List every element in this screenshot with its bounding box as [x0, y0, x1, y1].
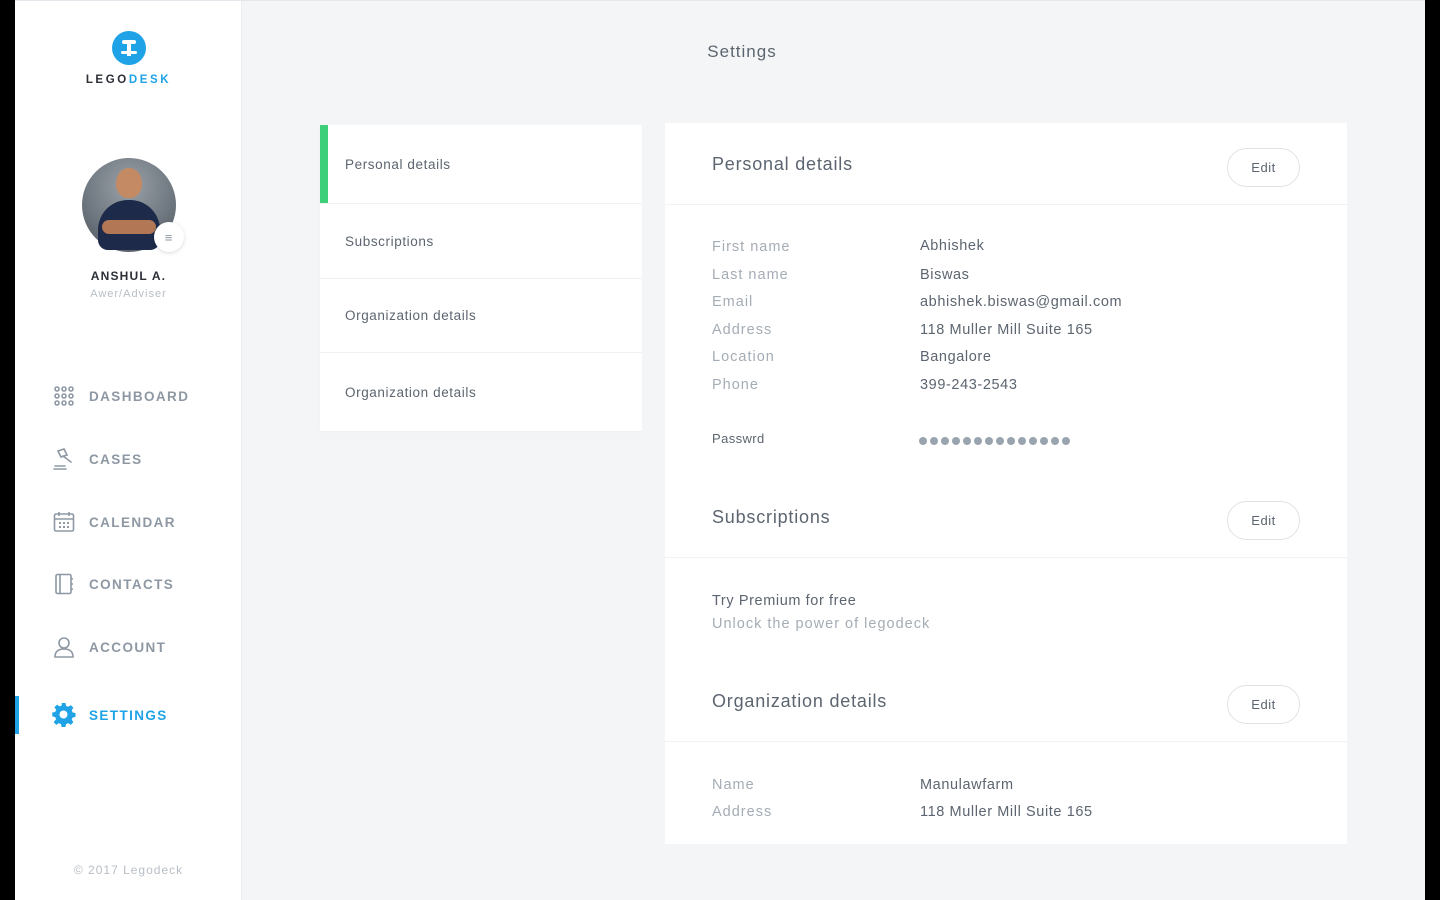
field-label: Address [712, 322, 773, 338]
user-profile: ≡ ANSHUL A. Awer/Adviser [15, 158, 242, 300]
tab-organization-details-2[interactable]: Organization details [320, 353, 642, 431]
edit-personal-button[interactable]: Edit [1227, 148, 1300, 187]
field-label: Location [712, 349, 775, 365]
nav-label: CASES [89, 451, 143, 467]
nav-item-account[interactable]: ACCOUNT [15, 627, 242, 667]
premium-promo-subtitle: Unlock the power of legodeck [712, 616, 931, 632]
edit-subscriptions-button[interactable]: Edit [1227, 501, 1300, 540]
personal-details-header: Personal details Edit [665, 123, 1347, 205]
nav-item-cases[interactable]: CASES [15, 439, 242, 479]
field-value: Bangalore [920, 349, 992, 365]
profile-role: Awer/Adviser [90, 288, 167, 300]
gear-icon [52, 703, 76, 727]
gavel-icon [52, 447, 76, 471]
organization-header: Organization details Edit [665, 660, 1347, 742]
tab-label: Personal details [345, 156, 451, 172]
section-title: Personal details [712, 154, 853, 174]
copyright: © 2017 Legodeck [73, 863, 184, 877]
tab-personal-details[interactable]: Personal details [320, 125, 642, 204]
tab-label: Organization details [345, 384, 477, 400]
tab-label: Subscriptions [345, 233, 434, 249]
nav-label: ACCOUNT [89, 639, 167, 655]
sidebar: LEGODESK ≡ ANSHUL A. Awer/Adviser DASHBO… [15, 1, 242, 900]
nav-item-calendar[interactable]: CALENDAR [15, 502, 242, 542]
nav-label: SETTINGS [89, 707, 168, 723]
nav-item-settings[interactable]: SETTINGS [15, 695, 242, 735]
tab-organization-details[interactable]: Organization details [320, 279, 642, 353]
grid-icon [52, 384, 76, 408]
field-value: Biswas [920, 267, 970, 283]
settings-tab-list: Personal details Subscriptions Organizat… [320, 125, 642, 431]
user-icon [52, 635, 76, 659]
nav-item-contacts[interactable]: CONTACTS [15, 564, 242, 604]
password-label: Passwrd [712, 431, 765, 446]
tab-subscriptions[interactable]: Subscriptions [320, 204, 642, 279]
edit-organization-button[interactable]: Edit [1227, 685, 1300, 724]
field-label: Email [712, 294, 754, 310]
page-title: Settings [707, 42, 777, 61]
section-title: Subscriptions [712, 507, 831, 527]
contacts-book-icon [52, 572, 76, 596]
nav-label: CALENDAR [89, 514, 176, 530]
section-title: Organization details [712, 691, 888, 711]
field-label: Phone [712, 377, 759, 393]
brand-logo[interactable]: LEGODESK [15, 31, 242, 86]
profile-name: ANSHUL A. [90, 269, 167, 283]
field-label: Address [712, 804, 773, 820]
nav-label: CONTACTS [89, 576, 175, 592]
field-value: 118 Muller Mill Suite 165 [920, 804, 1093, 820]
field-label: Last name [712, 267, 789, 283]
field-label: Name [712, 777, 755, 793]
subscriptions-header: Subscriptions Edit [665, 476, 1347, 558]
avatar[interactable]: ≡ [81, 158, 184, 252]
field-label: First name [712, 239, 791, 255]
field-value: Manulawfarm [920, 777, 1014, 793]
field-value: abhishek.biswas@gmail.com [920, 294, 1123, 310]
field-value: 399-243-2543 [920, 377, 1018, 393]
tab-label: Organization details [345, 308, 477, 323]
premium-promo-title[interactable]: Try Premium for free [712, 593, 856, 609]
brand-wordmark: LEGODESK [85, 74, 172, 86]
settings-panel: Personal details Edit First name Abhishe… [665, 123, 1347, 844]
hamburger-menu-icon[interactable]: ≡ [153, 222, 184, 252]
app-window: LEGODESK ≡ ANSHUL A. Awer/Adviser DASHBO… [15, 0, 1425, 900]
logo-icon [111, 31, 146, 65]
active-indicator [15, 696, 19, 734]
field-value: Abhishek [920, 238, 985, 254]
field-value: 118 Muller Mill Suite 165 [920, 322, 1093, 338]
nav-label: DASHBOARD [89, 388, 190, 404]
nav-item-dashboard[interactable]: DASHBOARD [15, 376, 242, 416]
calendar-icon [52, 510, 76, 534]
password-masked-value [919, 437, 1070, 445]
